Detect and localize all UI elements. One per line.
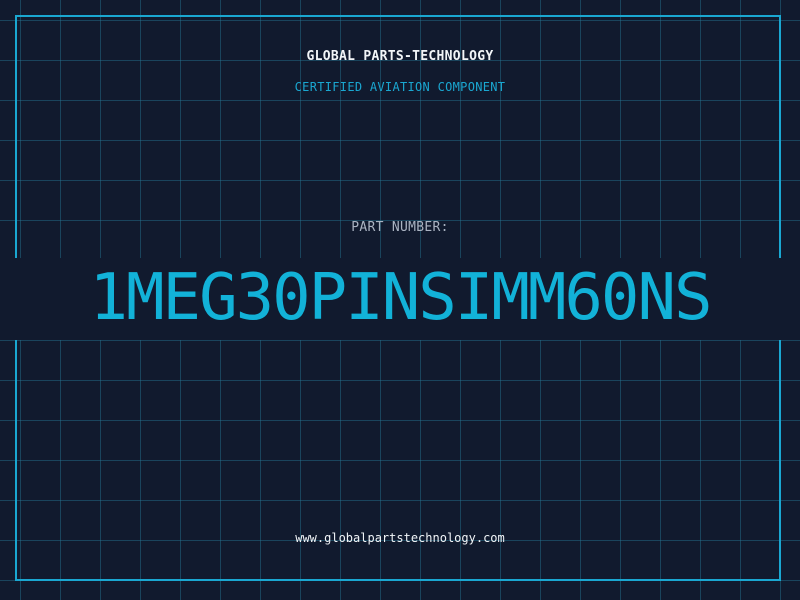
part-number-label: PART NUMBER: xyxy=(351,220,449,235)
website-url: www.globalpartstechnology.com xyxy=(295,531,505,545)
part-number-value: 1MEG30PINSIMM60NS xyxy=(89,261,712,335)
part-label-canvas: GLOBAL PARTS-TECHNOLOGY CERTIFIED AVIATI… xyxy=(0,0,800,600)
certification-text: CERTIFIED AVIATION COMPONENT xyxy=(294,80,506,94)
company-name: GLOBAL PARTS-TECHNOLOGY xyxy=(306,49,494,64)
